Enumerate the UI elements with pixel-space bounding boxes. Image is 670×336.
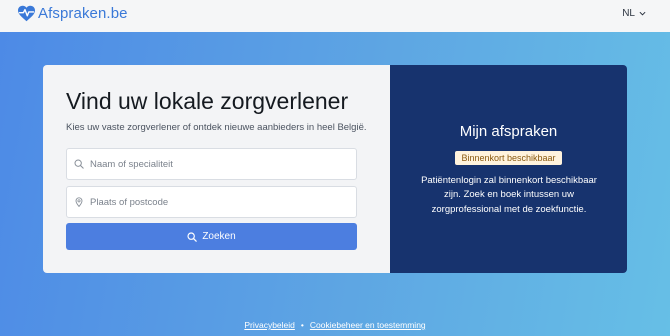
language-label: NL bbox=[622, 8, 635, 19]
page-subtitle: Kies uw vaste zorgverlener of ontdek nie… bbox=[66, 122, 367, 133]
page-title: Vind uw lokale zorgverlener bbox=[66, 88, 349, 114]
appointments-title: Mijn afspraken bbox=[459, 123, 558, 140]
name-specialty-placeholder: Naam of specialiteit bbox=[90, 158, 173, 170]
search-icon bbox=[74, 159, 84, 169]
appointments-description: Patiëntenlogin zal binnenkort beschikbaa… bbox=[421, 175, 597, 215]
footer-separator: • bbox=[300, 320, 304, 330]
appointments-panel bbox=[390, 65, 627, 273]
heart-pulse-icon bbox=[18, 5, 35, 22]
cookie-settings-link[interactable]: Cookiebeheer en toestemming bbox=[310, 320, 426, 330]
footer: Privacybeleid • Cookiebeheer en toestemm… bbox=[0, 320, 670, 330]
coming-soon-badge: Binnenkort beschikbaar bbox=[455, 151, 562, 165]
name-specialty-input[interactable]: Naam of specialiteit bbox=[66, 148, 357, 180]
search-button[interactable]: Zoeken bbox=[66, 223, 357, 250]
map-pin-icon bbox=[75, 197, 83, 207]
brand-name: Afspraken.be bbox=[38, 5, 128, 22]
chevron-down-icon bbox=[639, 11, 646, 16]
search-icon bbox=[187, 231, 198, 242]
location-input[interactable]: Plaats of postcode bbox=[66, 186, 357, 218]
brand-logo-link[interactable]: Afspraken.be bbox=[17, 5, 128, 22]
privacy-policy-link[interactable]: Privacybeleid bbox=[244, 320, 295, 330]
search-button-label: Zoeken bbox=[202, 231, 236, 242]
location-placeholder: Plaats of postcode bbox=[90, 196, 169, 208]
language-selector[interactable]: NL bbox=[622, 8, 646, 19]
top-bar: Afspraken.be NL bbox=[0, 0, 670, 32]
